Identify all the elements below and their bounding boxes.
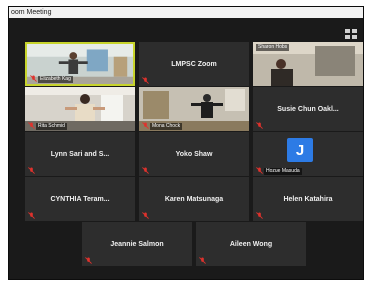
muted-mic-icon — [142, 122, 149, 129]
muted-mic-icon — [28, 212, 35, 219]
participant-name: Helen Katahira — [283, 195, 333, 203]
participant-name: Jeannie Salmon — [110, 240, 164, 248]
muted-mic-icon — [199, 257, 206, 264]
participant-tile[interactable]: Yoko Shaw — [139, 132, 249, 176]
participant-tile[interactable]: J Hozue Masuda — [253, 132, 363, 176]
muted-mic-icon — [28, 167, 35, 174]
participant-name: CYNTHIA Teram... — [50, 195, 110, 203]
participant-name: LMPSC Zoom — [171, 60, 217, 68]
avatar: J — [287, 138, 313, 162]
muted-mic-icon — [256, 167, 263, 174]
participant-tile[interactable]: Mona Chock — [139, 87, 249, 131]
muted-mic-icon — [142, 167, 149, 174]
muted-mic-icon — [256, 122, 263, 129]
participant-tile[interactable]: Rita Schmid — [25, 87, 135, 131]
participant-tile[interactable]: Helen Katahira — [253, 177, 363, 221]
participant-name: Karen Matsunaga — [164, 195, 224, 203]
muted-mic-icon — [256, 212, 263, 219]
participant-tile[interactable]: Elizabeth Kag — [25, 42, 135, 86]
participant-name: Elizabeth Kag — [38, 76, 73, 83]
participant-tile[interactable]: Sharon Hobs — [253, 42, 363, 86]
participant-name: Hozue Masuda — [264, 168, 302, 175]
participant-tile[interactable]: Lynn Sari and S... — [25, 132, 135, 176]
participant-name: Sharon Hobs — [256, 44, 290, 51]
participant-tile[interactable]: Jeannie Salmon — [82, 222, 192, 266]
participant-name: Yoko Shaw — [175, 150, 213, 158]
muted-mic-icon — [85, 257, 92, 264]
muted-mic-icon — [28, 122, 35, 129]
participant-tile[interactable]: Karen Matsunaga — [139, 177, 249, 221]
participant-tile[interactable]: Susie Chun Oakl... — [253, 87, 363, 131]
gallery-grid: Elizabeth Kag LMPSC Zoom Sharon Hobs Rit… — [9, 7, 363, 279]
participant-name: Aileen Wong — [229, 240, 273, 248]
zoom-window: oom Meeting Elizabeth Kag LMPSC Zoom Sha… — [8, 6, 364, 280]
muted-mic-icon — [30, 75, 37, 82]
participant-name: Lynn Sari and S... — [50, 150, 110, 158]
participant-tile[interactable]: LMPSC Zoom — [139, 42, 249, 86]
participant-tile[interactable]: Aileen Wong — [196, 222, 306, 266]
participant-name: Mona Chock — [150, 123, 183, 130]
participant-name: Susie Chun Oakl... — [277, 105, 339, 113]
participant-tile[interactable]: CYNTHIA Teram... — [25, 177, 135, 221]
participant-name: Rita Schmid — [36, 123, 67, 130]
muted-mic-icon — [142, 212, 149, 219]
muted-mic-icon — [142, 77, 149, 84]
